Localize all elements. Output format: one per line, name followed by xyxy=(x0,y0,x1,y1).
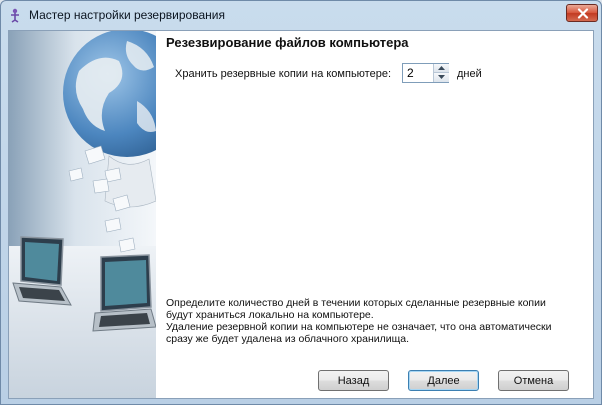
backup-illustration xyxy=(9,31,156,398)
page-title: Резезвирование файлов компьютера xyxy=(166,35,409,50)
info-line: Удаление резервной копии на компьютере н… xyxy=(166,321,552,333)
arrow-down-icon xyxy=(438,75,445,79)
info-description: Определите количество дней в течении кот… xyxy=(166,297,586,345)
spinner-up-button[interactable] xyxy=(434,64,449,73)
spinner-buttons xyxy=(433,64,449,82)
info-line: сразу же будет удалена из облачного хран… xyxy=(166,333,410,345)
days-unit-label: дней xyxy=(457,68,482,80)
days-value-field[interactable]: 2 xyxy=(407,66,414,80)
close-icon xyxy=(577,8,589,19)
wizard-client-area: Резезвирование файлов компьютера Хранить… xyxy=(8,30,594,399)
close-button[interactable] xyxy=(566,4,598,22)
info-line: будут храниться локально на компьютере. xyxy=(166,309,374,321)
window-title: Мастер настройки резервирования xyxy=(29,8,225,22)
wizard-window: Мастер настройки резервирования Резезвир… xyxy=(0,0,602,405)
keep-copies-label: Хранить резервные копии на компьютере: xyxy=(175,68,392,80)
back-button[interactable]: Назад xyxy=(318,370,389,391)
arrow-up-icon xyxy=(438,66,445,70)
cancel-button[interactable]: Отмена xyxy=(498,370,569,391)
spinner-down-button[interactable] xyxy=(434,73,449,82)
title-bar[interactable]: Мастер настройки резервирования xyxy=(1,1,601,29)
info-line: Определите количество дней в течении кот… xyxy=(166,297,546,309)
wizard-app-icon xyxy=(7,7,23,23)
next-button[interactable]: Далее xyxy=(408,370,479,391)
days-spinner[interactable]: 2 xyxy=(402,63,449,83)
